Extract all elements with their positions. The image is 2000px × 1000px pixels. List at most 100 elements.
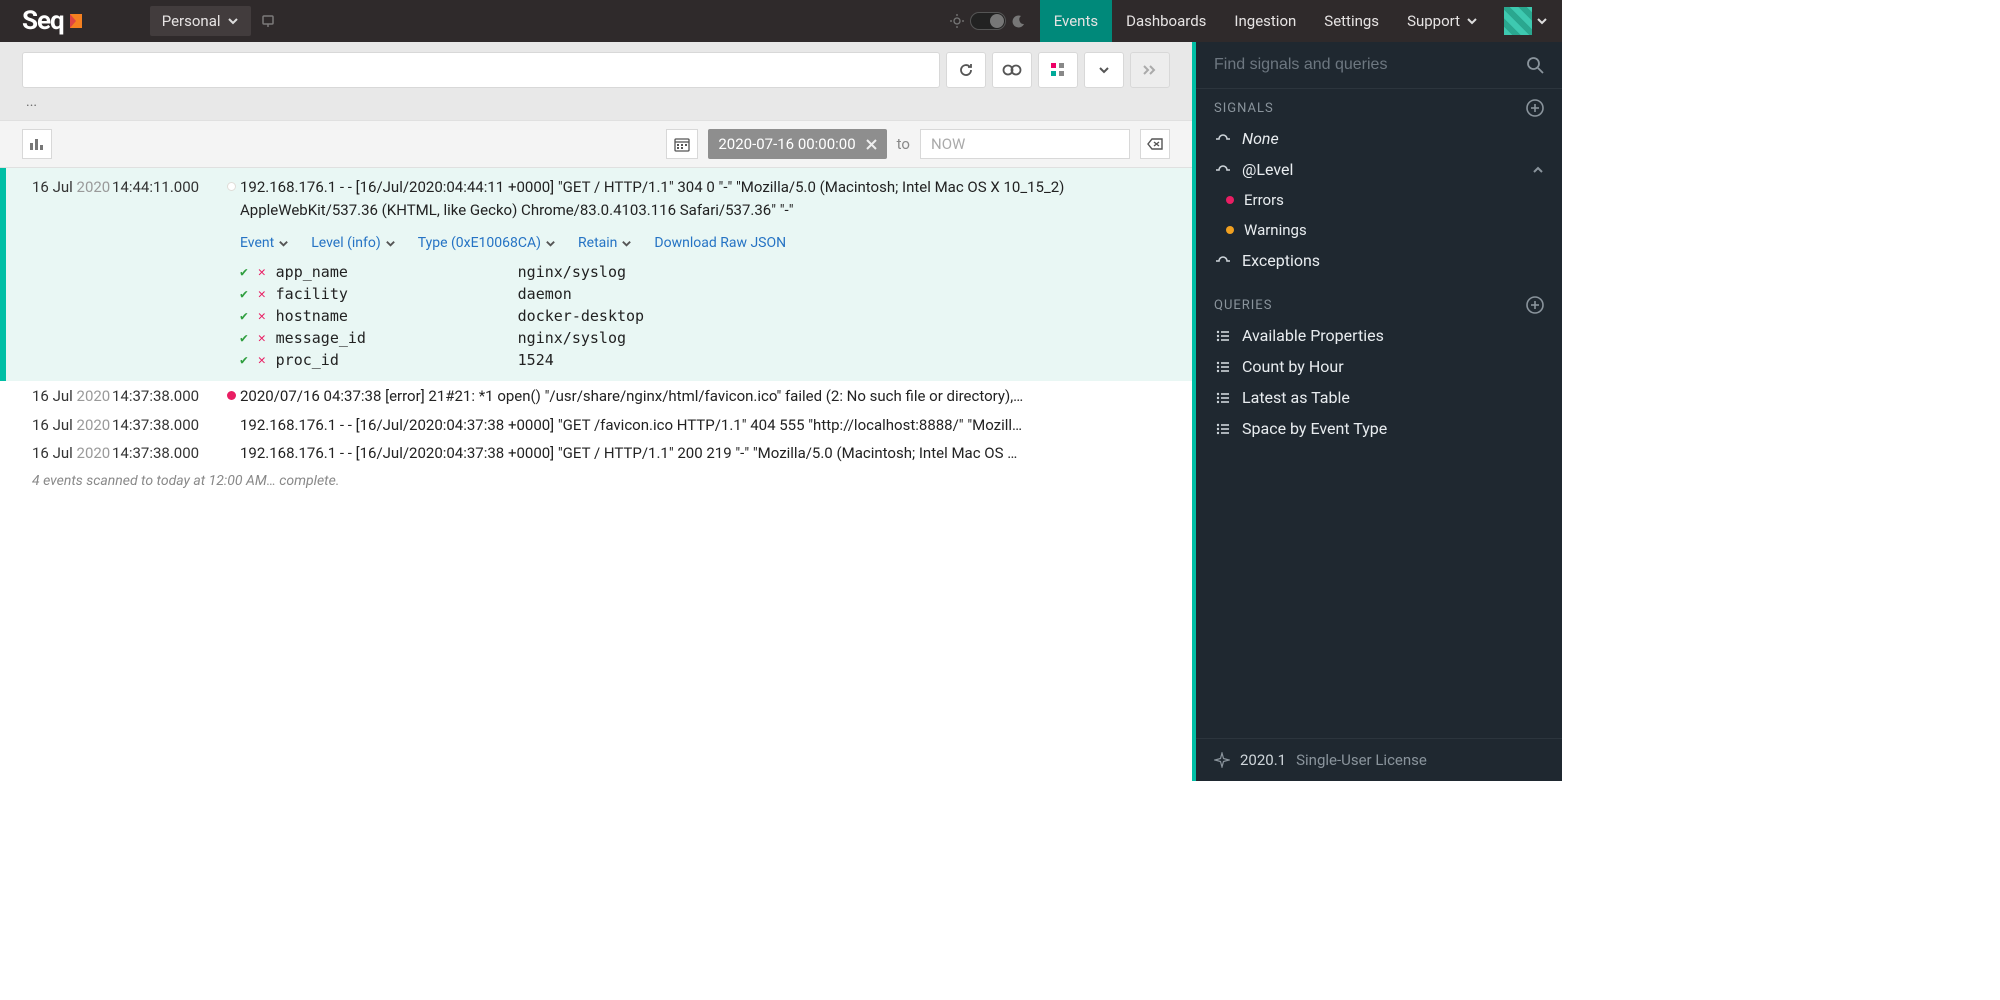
search-icon[interactable]	[1526, 56, 1544, 74]
clear-range-button[interactable]	[1140, 129, 1170, 159]
signal-icon	[1214, 133, 1232, 145]
query-latest-as-table[interactable]: Latest as Table	[1196, 382, 1562, 413]
query-icon	[1214, 423, 1232, 435]
signal-warnings[interactable]: Warnings	[1196, 215, 1562, 245]
event-properties: ✔✕ app_namenginx/syslog ✔✕ facilitydaemo…	[240, 261, 1170, 371]
type-menu[interactable]: Type (0xE10068CA)	[418, 235, 556, 251]
logo-icon	[68, 12, 84, 30]
events-list: 16 Jul 2020 14:44:11.000 192.168.176.1 -…	[0, 168, 1192, 781]
add-signal-button[interactable]	[1526, 99, 1544, 117]
range-from-value: 2020-07-16 00:00:00	[718, 135, 855, 153]
exclude-icon[interactable]: ✕	[258, 265, 266, 280]
query-count-by-hour[interactable]: Count by Hour	[1196, 351, 1562, 382]
property-row: ✔✕ proc_id1524	[240, 349, 1170, 371]
logo[interactable]: Seq	[0, 6, 106, 36]
query-input[interactable]	[22, 52, 940, 88]
chevron-up-icon[interactable]	[1532, 164, 1544, 176]
signal-none[interactable]: None	[1196, 123, 1562, 154]
property-row: ✔✕ app_namenginx/syslog	[240, 261, 1170, 283]
version: 2020.1	[1240, 751, 1286, 769]
retain-menu[interactable]: Retain	[578, 235, 632, 251]
moon-icon	[1012, 14, 1026, 28]
chevron-down-icon	[1536, 15, 1548, 27]
event-date: 16 Jul 2020	[32, 176, 112, 199]
workspace-label: Personal	[162, 12, 221, 30]
queries-header: QUERIES	[1214, 298, 1272, 313]
level-indicator	[222, 176, 240, 191]
exclude-icon[interactable]: ✕	[258, 331, 266, 346]
nav-support[interactable]: Support	[1393, 0, 1492, 42]
event-time: 14:37:38.000	[112, 442, 222, 465]
nav-ingestion[interactable]: Ingestion	[1220, 0, 1310, 42]
event-row[interactable]: 16 Jul 2020 14:37:38.000 2020/07/16 04:3…	[0, 381, 1192, 410]
range-to-label: to	[897, 135, 910, 153]
logo-text: Seq	[22, 6, 64, 36]
run-button[interactable]	[1130, 52, 1170, 88]
nav-settings[interactable]: Settings	[1310, 0, 1393, 42]
calendar-button[interactable]	[666, 129, 698, 159]
pin-workspace-button[interactable]	[261, 14, 275, 28]
tail-button[interactable]	[992, 52, 1032, 88]
exclude-icon[interactable]: ✕	[258, 309, 266, 324]
event-time: 14:44:11.000	[112, 176, 222, 199]
signal-exceptions[interactable]: Exceptions	[1196, 245, 1562, 276]
user-menu[interactable]	[1492, 7, 1562, 35]
download-json-link[interactable]: Download Raw JSON	[654, 235, 786, 251]
include-icon[interactable]: ✔	[240, 309, 248, 324]
range-from-chip[interactable]: 2020-07-16 00:00:00	[708, 129, 886, 159]
event-message: 192.168.176.1 - - [16/Jul/2020:04:37:38 …	[240, 442, 1170, 465]
event-message: 2020/07/16 04:37:38 [error] 21#21: *1 op…	[240, 385, 1170, 408]
signals-search-input[interactable]	[1214, 56, 1526, 74]
event-expanded: Event Level (info) Type (0xE10068CA) Ret…	[0, 229, 1192, 381]
events-footer: 4 events scanned to today at 12:00 AM… c…	[0, 467, 1192, 495]
property-row: ✔✕ message_idnginx/syslog	[240, 327, 1170, 349]
include-icon[interactable]: ✔	[240, 353, 248, 368]
workspace-dropdown[interactable]: Personal	[150, 6, 251, 36]
range-to-input[interactable]: NOW	[920, 129, 1130, 159]
event-menu[interactable]: Event	[240, 235, 289, 251]
signal-errors[interactable]: Errors	[1196, 185, 1562, 215]
event-row[interactable]: 16 Jul 2020 14:37:38.000 192.168.176.1 -…	[0, 410, 1192, 439]
nav-events[interactable]: Events	[1040, 0, 1112, 42]
nav-dashboards[interactable]: Dashboards	[1112, 0, 1220, 42]
event-row[interactable]: 16 Jul 2020 14:44:11.000 192.168.176.1 -…	[0, 168, 1192, 229]
chevron-down-icon	[278, 238, 289, 249]
include-icon[interactable]: ✔	[240, 287, 248, 302]
chevron-down-icon	[621, 238, 632, 249]
event-message: 192.168.176.1 - - [16/Jul/2020:04:37:38 …	[240, 414, 1170, 437]
view-mode-button[interactable]	[1038, 52, 1078, 88]
histogram-toggle[interactable]	[22, 129, 52, 159]
exclude-icon[interactable]: ✕	[258, 353, 266, 368]
signals-header: SIGNALS	[1214, 101, 1274, 116]
query-icon	[1214, 392, 1232, 404]
include-icon[interactable]: ✔	[240, 265, 248, 280]
query-available-properties[interactable]: Available Properties	[1196, 320, 1562, 351]
event-row[interactable]: 16 Jul 2020 14:37:38.000 192.168.176.1 -…	[0, 438, 1192, 467]
query-status: ...	[22, 92, 1170, 110]
refresh-button[interactable]	[946, 52, 986, 88]
signal-icon	[1214, 164, 1232, 176]
query-space-by-event-type[interactable]: Space by Event Type	[1196, 413, 1562, 444]
level-indicator	[222, 442, 240, 448]
event-time: 14:37:38.000	[112, 414, 222, 437]
level-indicator	[222, 385, 240, 400]
include-icon[interactable]: ✔	[240, 331, 248, 346]
signal-level[interactable]: @Level	[1196, 154, 1562, 185]
add-query-button[interactable]	[1526, 296, 1544, 314]
level-menu[interactable]: Level (info)	[311, 235, 396, 251]
chevron-down-icon	[227, 15, 239, 27]
event-time: 14:37:38.000	[112, 385, 222, 408]
event-date: 16 Jul 2020	[32, 414, 112, 437]
level-dot-icon	[1226, 196, 1234, 204]
query-icon	[1214, 361, 1232, 373]
sparkle-icon	[1214, 752, 1230, 768]
exclude-icon[interactable]: ✕	[258, 287, 266, 302]
theme-toggle[interactable]	[950, 12, 1040, 30]
clear-from-icon[interactable]	[866, 139, 877, 150]
event-date: 16 Jul 2020	[32, 442, 112, 465]
more-dropdown[interactable]	[1084, 52, 1124, 88]
event-message: 192.168.176.1 - - [16/Jul/2020:04:44:11 …	[240, 176, 1170, 221]
property-row: ✔✕ hostnamedocker-desktop	[240, 305, 1170, 327]
level-indicator	[222, 414, 240, 420]
toggle-track[interactable]	[970, 12, 1006, 30]
